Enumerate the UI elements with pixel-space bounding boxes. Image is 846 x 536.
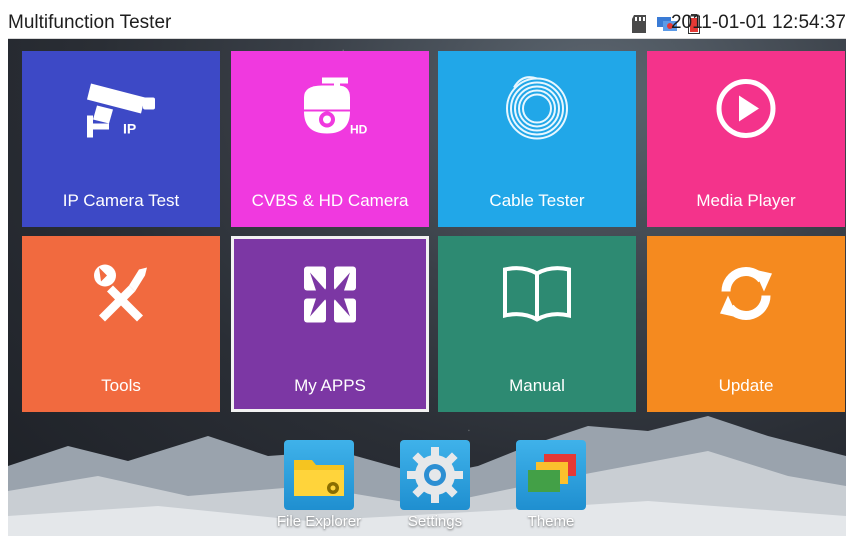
cable-icon xyxy=(502,73,572,148)
tile-label: CVBS & HD Camera xyxy=(251,191,409,210)
ip-badge: IP xyxy=(123,120,136,136)
hd-camera-icon: HD xyxy=(292,75,368,146)
ip-camera-icon: IP xyxy=(83,75,159,146)
status-bar: Multifunction Tester 2011-01-01 12:54:37 xyxy=(8,8,846,39)
dock-settings[interactable]: Settings xyxy=(390,440,480,530)
dock-theme[interactable]: Theme xyxy=(506,440,596,530)
tile-cvbs-hd-camera[interactable]: HD CVBS & HD Camera xyxy=(231,51,429,227)
tile-my-apps[interactable]: My APPS xyxy=(231,236,429,412)
gear-icon xyxy=(400,440,470,510)
tile-label: Tools xyxy=(101,376,141,395)
tile-label: IP Camera Test xyxy=(62,191,180,210)
book-icon xyxy=(501,263,573,328)
tile-label: My APPS xyxy=(294,376,366,395)
theme-icon xyxy=(516,440,586,510)
dock-label: Theme xyxy=(527,513,575,530)
tile-cable-tester[interactable]: Cable Tester xyxy=(438,51,636,227)
app-title: Multifunction Tester xyxy=(8,12,172,33)
tile-tools[interactable]: Tools xyxy=(22,236,220,412)
launcher-screen: Multifunction Tester 2011-01-01 12:54:37… xyxy=(8,8,846,536)
dock-label: File Explorer xyxy=(276,513,362,530)
sd-card-icon xyxy=(632,15,646,38)
tile-label: Update xyxy=(718,376,774,395)
tile-label: Media Player xyxy=(696,191,796,210)
tile-update[interactable]: Update xyxy=(647,236,845,412)
refresh-icon xyxy=(714,261,778,330)
hd-badge: HD xyxy=(350,122,368,136)
tile-ip-camera-test[interactable]: IP IP Camera Test xyxy=(22,51,220,227)
clock: 2011-01-01 12:54:37 xyxy=(670,12,846,33)
dock-file-explorer[interactable]: File Explorer xyxy=(274,440,364,530)
tile-label: Manual xyxy=(509,376,565,395)
dock-label: Settings xyxy=(407,513,463,530)
apps-icon xyxy=(302,264,358,329)
play-icon xyxy=(714,76,778,145)
tile-label: Cable Tester xyxy=(489,191,585,210)
tile-media-player[interactable]: Media Player xyxy=(647,51,845,227)
folder-icon xyxy=(284,440,354,510)
tile-manual[interactable]: Manual xyxy=(438,236,636,412)
tools-icon xyxy=(89,261,153,330)
